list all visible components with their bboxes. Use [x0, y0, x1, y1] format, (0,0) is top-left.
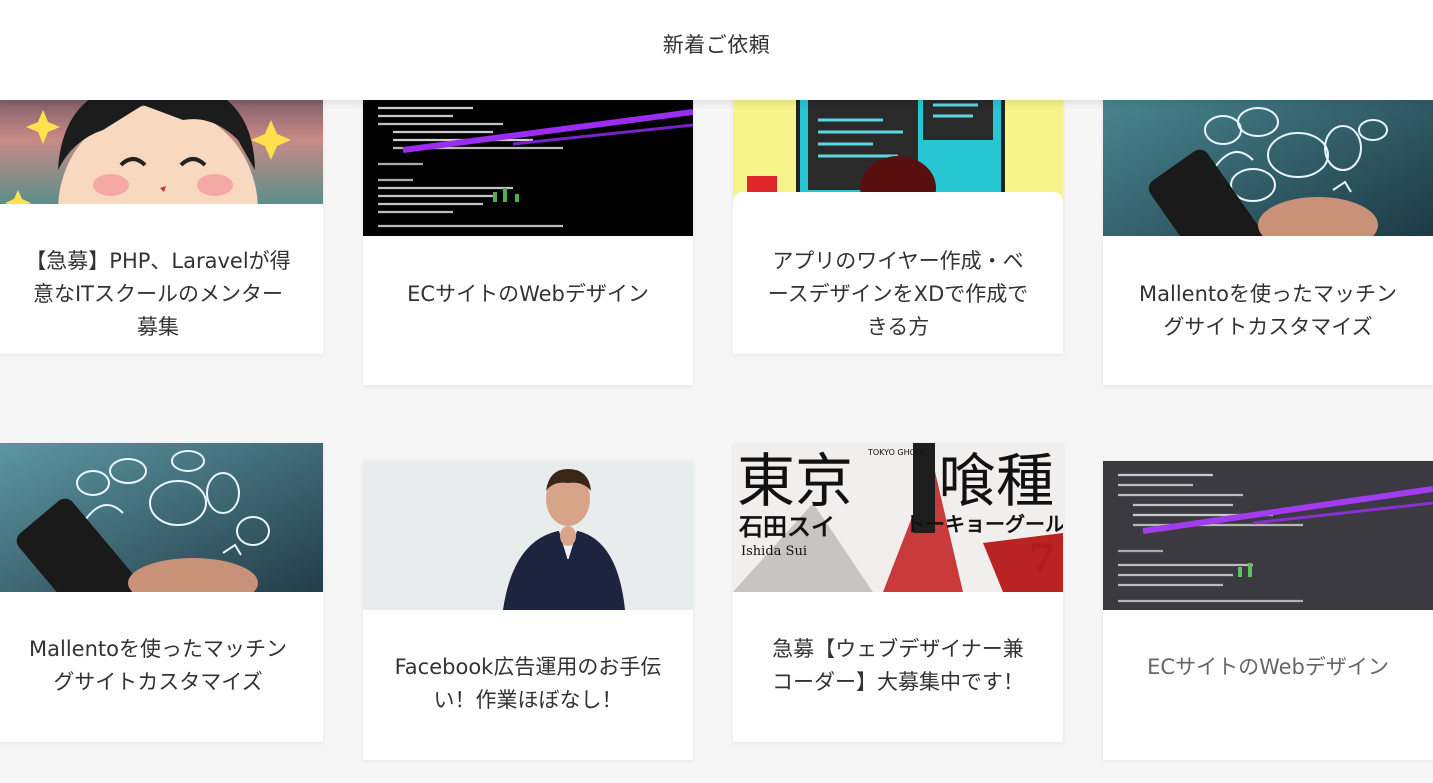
- card-title: 【急募】PHP、Laravelが得意なITスクールのメンター募集: [25, 249, 291, 339]
- manga-author: 石田スイ: [738, 513, 835, 541]
- request-card[interactable]: アプリのワイヤー作成・ベースデザインをXDで作成できる方: [733, 60, 1063, 354]
- card-title: Mallentoを使ったマッチングサイトカスタマイズ: [1139, 282, 1397, 339]
- request-card[interactable]: Facebook広告運用のお手伝い！作業ほぼなし！: [363, 461, 693, 760]
- manga-cover-image: 東京 喰種 石田スイ Ishida Sui トーキョーグール 7 TOKYO G…: [733, 443, 1063, 592]
- card-title: 急募【ウェブデザイナー兼コーダー】大募集中です！: [772, 637, 1024, 694]
- request-card[interactable]: 【急募】PHP、Laravelが得意なITスクールのメンター募集: [0, 60, 323, 354]
- card-title: ECサイトのWebデザイン: [1147, 655, 1389, 679]
- manga-title-right: 喰種: [938, 447, 1054, 515]
- card-title: アプリのワイヤー作成・ベースデザインをXDで作成できる方: [767, 249, 1029, 339]
- manga-roman: TOKYO GHOUL: [867, 448, 927, 457]
- code-screen-image: [1103, 461, 1433, 610]
- request-card[interactable]: Mallentoを使ったマッチングサイトカスタマイズ: [1103, 60, 1433, 385]
- page-header: 新着ご依頼: [0, 0, 1433, 100]
- phone-doodles-image: [0, 443, 323, 592]
- request-card[interactable]: ECサイトのWebデザイン: [1103, 461, 1433, 760]
- card-title: Mallentoを使ったマッチングサイトカスタマイズ: [29, 637, 287, 694]
- manga-author-romaji: Ishida Sui: [741, 544, 807, 559]
- page-title: 新着ご依頼: [662, 33, 771, 57]
- businessman-image: [363, 461, 693, 610]
- request-card[interactable]: ECサイトのWebデザイン: [363, 60, 693, 385]
- card-title: ECサイトのWebデザイン: [407, 282, 649, 306]
- manga-katakana: トーキョーグール: [905, 512, 1063, 536]
- manga-volume: 7: [1029, 535, 1055, 580]
- request-card[interactable]: Mallentoを使ったマッチングサイトカスタマイズ: [0, 443, 323, 742]
- manga-title-left: 東京: [737, 447, 853, 515]
- card-title: Facebook広告運用のお手伝い！作業ほぼなし！: [394, 655, 662, 712]
- request-card[interactable]: 東京 喰種 石田スイ Ishida Sui トーキョーグール 7 TOKYO G…: [733, 443, 1063, 742]
